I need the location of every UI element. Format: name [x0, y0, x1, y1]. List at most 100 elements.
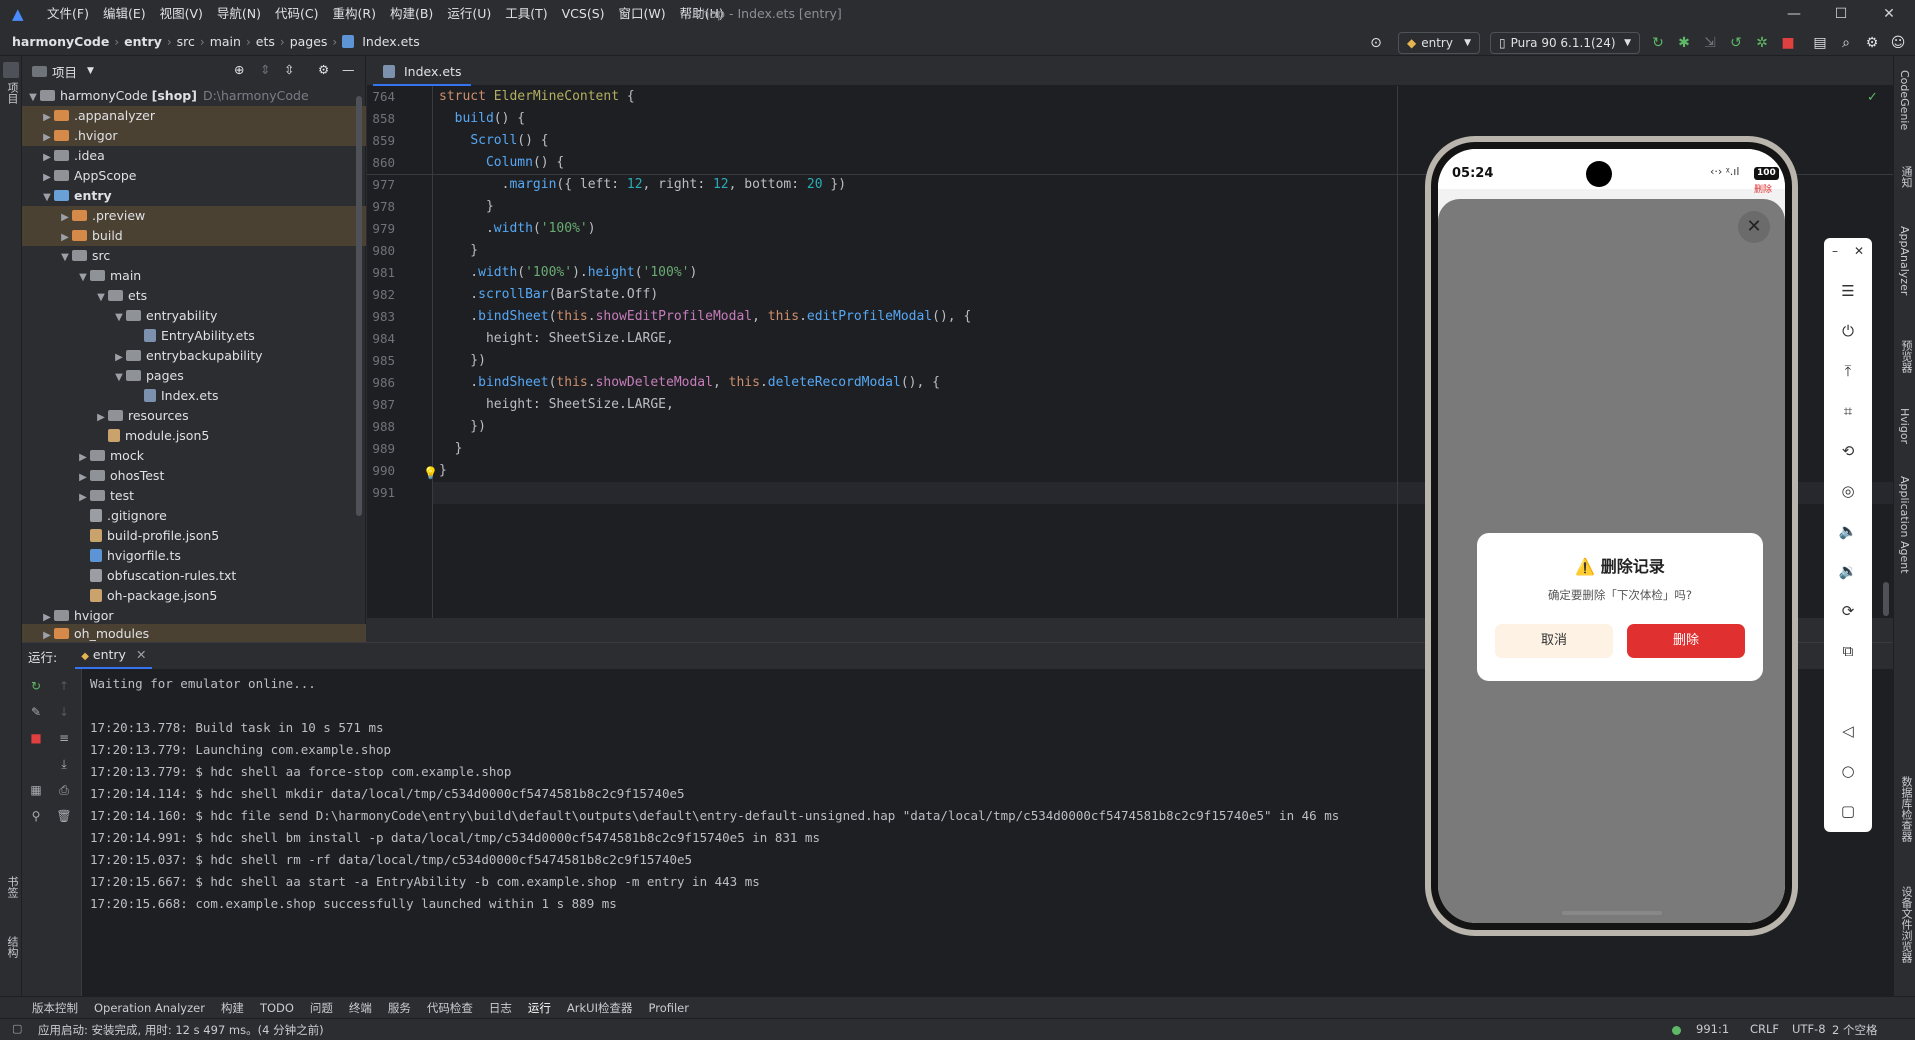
cancel-button[interactable]: 取消 — [1495, 624, 1613, 658]
refresh-icon[interactable]: ⟳ — [1824, 600, 1872, 622]
run-tab-entry[interactable]: ◆ entry ✕ — [75, 643, 153, 669]
tool-code-inspection[interactable]: 代码检查 — [419, 1000, 481, 1016]
volume-up-icon[interactable]: 🔈 — [1824, 520, 1872, 542]
soft-wrap-icon[interactable]: ≡ — [56, 731, 72, 747]
menu-vcs[interactable]: VCS(S) — [555, 0, 612, 28]
project-scrollbar[interactable] — [356, 96, 362, 516]
minimize-icon[interactable]: – — [1832, 244, 1838, 258]
tool-services[interactable]: 服务 — [380, 1000, 419, 1016]
tree-item[interactable]: ▶ oh_modules — [22, 624, 366, 642]
locate-icon[interactable]: ⊕ — [234, 62, 244, 77]
crop-icon[interactable]: ⌗ — [1824, 400, 1872, 422]
arrow-up-icon[interactable]: ↑ — [56, 679, 72, 695]
menu-run[interactable]: 运行(U) — [440, 0, 498, 28]
menu-tools[interactable]: 工具(T) — [498, 0, 554, 28]
menu-refactor[interactable]: 重构(R) — [326, 0, 383, 28]
volume-down-icon[interactable]: 🔉 — [1824, 560, 1872, 582]
close-window-icon[interactable]: ✕ — [1866, 0, 1912, 28]
close-icon[interactable]: ✕ — [1854, 244, 1864, 258]
tree-item[interactable]: ▼ ets — [22, 286, 366, 306]
right-label-previewer[interactable]: 预览器 — [1898, 340, 1914, 373]
hide-panel-icon[interactable]: — — [342, 62, 355, 77]
tree-item[interactable]: ▶ AppScope — [22, 166, 366, 186]
breadcrumb-module[interactable]: entry — [121, 34, 165, 49]
right-label-device-file-browser[interactable]: 设备文件浏览器 — [1898, 886, 1914, 963]
tree-item[interactable]: ▶ entrybackupability — [22, 346, 366, 366]
rerun-icon[interactable]: ↻ — [1648, 33, 1668, 53]
tree-item[interactable]: ▶ .preview — [22, 206, 366, 226]
tool-version-control[interactable]: 版本控制 — [24, 1000, 86, 1016]
tree-item[interactable]: module.json5 — [22, 426, 366, 446]
tree-item[interactable]: ▼ src — [22, 246, 366, 266]
target-icon[interactable]: ⊙ — [1366, 33, 1386, 53]
menu-icon[interactable]: ☰ — [1824, 280, 1872, 302]
phone-screen[interactable]: 05:24 ‹·› ᵡ.ıl 100 删除 ✕ ⚠️ 删除记录 确定要删除「下次… — [1438, 149, 1785, 923]
tool-arkui-inspector[interactable]: ArkUI检查器 — [559, 1000, 641, 1016]
editor-scrollbar[interactable] — [1883, 582, 1889, 616]
minimize-icon[interactable]: — — [1771, 0, 1817, 28]
layout-icon[interactable]: ▦ — [28, 783, 44, 799]
expand-all-icon[interactable]: ⇕ — [260, 62, 270, 77]
tree-item[interactable]: ▼ entry — [22, 186, 366, 206]
recents-icon[interactable]: ▢ — [1824, 800, 1872, 822]
tree-item[interactable]: obfuscation-rules.txt — [22, 566, 366, 586]
multi-device-icon[interactable]: ⧉ — [1824, 640, 1872, 662]
project-view-select[interactable]: 项目 — [52, 62, 77, 81]
tool-todo[interactable]: TODO — [252, 1001, 302, 1015]
wrench-icon[interactable]: ✎ — [28, 705, 44, 721]
tool-profiler[interactable]: Profiler — [641, 1001, 698, 1015]
tree-item[interactable]: ▶ .hvigor — [22, 126, 366, 146]
tree-item[interactable]: ▶ mock — [22, 446, 366, 466]
tree-item[interactable]: ▼ pages — [22, 366, 366, 386]
breadcrumb-ets[interactable]: ets — [253, 34, 278, 49]
tree-item[interactable]: Index.ets — [22, 386, 366, 406]
status-toggle-icon[interactable]: ▢ — [12, 1022, 22, 1035]
pin-icon[interactable]: ⚲ — [28, 809, 44, 825]
tool-log[interactable]: 日志 — [481, 1000, 520, 1016]
delete-button[interactable]: 删除 — [1627, 624, 1745, 658]
print-icon[interactable]: ⎙ — [56, 783, 72, 799]
tree-item[interactable]: EntryAbility.ets — [22, 326, 366, 346]
right-label-codegenie[interactable]: CodeGenie — [1898, 70, 1911, 130]
project-tool-icon[interactable] — [3, 62, 19, 78]
line-ending[interactable]: CRLF — [1750, 1022, 1779, 1036]
tree-item[interactable]: hvigorfile.ts — [22, 546, 366, 566]
left-label-project[interactable]: 项目 — [4, 82, 20, 104]
tree-root[interactable]: ▼ harmonyCode [shop] D:\harmonyCode — [22, 86, 366, 106]
tool-operation-analyzer[interactable]: Operation Analyzer — [86, 1001, 213, 1015]
collapse-all-icon[interactable]: ⇳ — [284, 62, 294, 77]
status-message[interactable]: 应用启动: 安装完成, 用时: 12 s 497 ms。(4 分钟之前) — [38, 1022, 324, 1038]
gear-icon[interactable]: ⚙ — [1862, 33, 1882, 53]
menu-view[interactable]: 视图(V) — [153, 0, 210, 28]
power-icon[interactable]: ⏻ — [1824, 320, 1872, 342]
arrow-down-icon[interactable]: ↓ — [56, 705, 72, 721]
tree-item[interactable]: oh-package.json5 — [22, 586, 366, 606]
device-select[interactable]: ▯ Pura 90 6.1.1(24) ▼ — [1490, 32, 1640, 54]
tree-item[interactable]: ▼ main — [22, 266, 366, 286]
maximize-icon[interactable]: ☐ — [1818, 0, 1864, 28]
tree-item[interactable]: ▶ .idea — [22, 146, 366, 166]
cursor-position[interactable]: 991:1 — [1696, 1022, 1729, 1036]
run-config-select[interactable]: ◆ entry ▼ — [1398, 32, 1480, 54]
home-indicator[interactable] — [1562, 911, 1662, 915]
account-icon[interactable]: ☺ — [1888, 33, 1908, 53]
profile-icon[interactable]: ✲ — [1752, 33, 1772, 53]
menu-build[interactable]: 构建(B) — [383, 0, 440, 28]
right-label-database-inspector[interactable]: 数据库检查器 — [1898, 776, 1914, 842]
tree-item[interactable]: ▶ hvigor — [22, 606, 366, 626]
menu-navigate[interactable]: 导航(N) — [210, 0, 268, 28]
tree-item[interactable]: ▼ entryability — [22, 306, 366, 326]
bottom-sheet-overlay[interactable]: ✕ ⚠️ 删除记录 确定要删除「下次体检」吗? 取消 删除 — [1438, 199, 1785, 923]
editor-tab-index[interactable]: Index.ets — [373, 60, 472, 86]
right-label-notifications[interactable]: 通知 — [1898, 166, 1914, 188]
menu-file[interactable]: 文件(F) — [40, 0, 96, 28]
chevron-down-icon[interactable]: ▼ — [87, 66, 94, 76]
breadcrumb-project[interactable]: harmonyCode — [9, 34, 112, 49]
tree-item[interactable]: ▶ ohosTest — [22, 466, 366, 486]
indent-setting[interactable]: 2 个空格 — [1832, 1022, 1877, 1038]
close-tab-icon[interactable]: ✕ — [136, 647, 146, 662]
menu-edit[interactable]: 编辑(E) — [96, 0, 153, 28]
breadcrumb-src[interactable]: src — [174, 34, 198, 49]
tree-item[interactable]: ▶ resources — [22, 406, 366, 426]
tool-build[interactable]: 构建 — [213, 1000, 252, 1016]
